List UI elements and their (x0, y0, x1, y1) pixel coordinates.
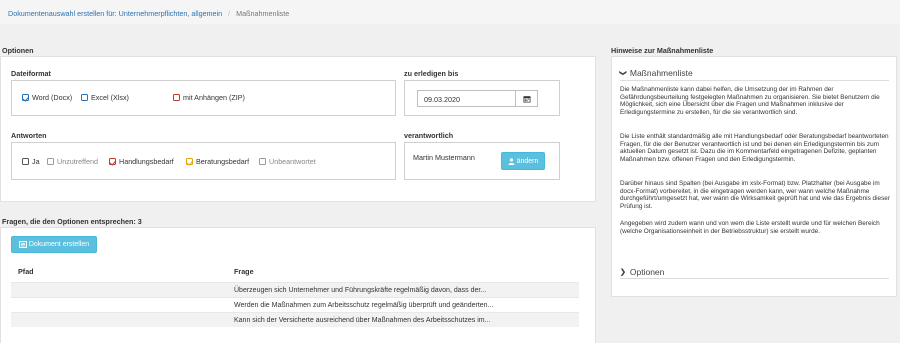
checkbox-checked-icon (22, 94, 29, 101)
divider (620, 80, 889, 81)
format-word-label: Word (Docx) (32, 93, 73, 102)
column-frage: Frage (234, 267, 254, 276)
answer-beratungsbedarf-checkbox[interactable]: Beratungsbedarf (186, 157, 249, 166)
divider (620, 278, 889, 279)
calendar-button[interactable] (515, 91, 537, 106)
table-body: Überzeugen sich Unternehmer und Führungs… (11, 282, 579, 327)
calendar-icon (523, 95, 530, 102)
breadcrumb: Dokumentenauswahl erstellen für: Unterne… (0, 0, 900, 24)
checkbox-icon (259, 158, 266, 165)
user-icon (508, 157, 515, 165)
format-excel-label: Excel (Xlsx) (91, 93, 129, 102)
options-panel (0, 56, 596, 202)
hints-section-optionen[interactable]: ❯ Optionen (620, 267, 664, 277)
hint-paragraph: Die Liste enthält standardmäßig alle mit… (620, 133, 889, 163)
table-row[interactable]: Kann sich der Versicherte ausreichend üb… (11, 312, 579, 327)
checkbox-icon (173, 94, 180, 101)
checkbox-icon (47, 158, 54, 165)
answer-unbeantwortet-checkbox[interactable]: Unbeantwortet (259, 157, 316, 166)
table-row[interactable]: Überzeugen sich Unternehmer und Führungs… (11, 282, 579, 297)
hints-section1-label: Maßnahmenliste (629, 68, 693, 78)
hint-paragraph: Die Maßnahmenliste kann dabei helfen, di… (620, 86, 880, 116)
cell-frage: Werden die Maßnahmen zum Arbeitsschutz r… (234, 301, 494, 309)
antworten-label: Antworten (11, 131, 47, 140)
answer-handlungsbedarf-label: Handlungsbedarf (119, 157, 174, 166)
hints-section2-label: Optionen (629, 267, 665, 277)
due-date-value: 09.03.2020 (424, 95, 460, 104)
checkbox-checked-icon (186, 158, 193, 165)
dateiformat-label: Dateiformat (11, 69, 51, 78)
questions-table: Pfad Frage Überzeugen sich Unternehmer u… (11, 262, 579, 327)
change-responsible-button[interactable]: ändern (501, 152, 545, 170)
responsible-name: Martin Mustermann (413, 153, 475, 162)
column-pfad: Pfad (18, 267, 34, 276)
erledigen-label: zu erledigen bis (404, 69, 459, 78)
hint-paragraph: Angegeben wird zudem wann und von wem di… (620, 220, 880, 235)
questions-title: Fragen, die den Optionen entsprechen: 3 (2, 217, 142, 226)
answer-unzutreffend-label: Unzutreffend (57, 157, 99, 166)
answer-unzutreffend-checkbox[interactable]: Unzutreffend (47, 157, 98, 166)
hints-panel: ❯ Maßnahmenliste Die Maßnahmenliste kann… (611, 56, 897, 297)
checkbox-checked-icon (109, 158, 116, 165)
answer-beratungsbedarf-label: Beratungsbedarf (196, 157, 250, 166)
format-zip-checkbox[interactable]: mit Anhängen (ZIP) (173, 93, 245, 102)
options-title: Optionen (2, 46, 34, 55)
checkbox-icon (22, 158, 29, 165)
cell-frage: Überzeugen sich Unternehmer und Führungs… (234, 286, 487, 294)
checkbox-icon (81, 94, 88, 101)
document-icon (18, 241, 27, 248)
answer-ja-label: Ja (32, 157, 40, 166)
answer-ja-checkbox[interactable]: Ja (22, 157, 40, 166)
create-document-button[interactable]: Dokument erstellen (11, 236, 97, 253)
chevron-right-icon: ❯ (620, 269, 626, 276)
hints-section-massnahmenliste[interactable]: ❯ Maßnahmenliste (618, 68, 693, 78)
format-excel-checkbox[interactable]: Excel (Xlsx) (81, 93, 129, 102)
breadcrumb-current: Maßnahmenliste (236, 9, 290, 18)
verantwortlich-label: verantwortlich (404, 131, 454, 140)
format-zip-label: mit Anhängen (ZIP) (183, 93, 245, 102)
due-date-input[interactable]: 09.03.2020 (417, 90, 538, 107)
hint-paragraph: Darüber hinaus sind Spalten (bei Ausgabe… (620, 180, 890, 210)
cell-frage: Kann sich der Versicherte ausreichend üb… (234, 316, 491, 324)
table-row[interactable]: Werden die Maßnahmen zum Arbeitsschutz r… (11, 297, 579, 312)
hints-title: Hinweise zur Maßnahmenliste (611, 46, 714, 55)
table-header: Pfad Frage (11, 262, 579, 282)
breadcrumb-separator: / (228, 9, 231, 18)
breadcrumb-link[interactable]: Dokumentenauswahl erstellen für: Unterne… (8, 9, 222, 18)
answer-handlungsbedarf-checkbox[interactable]: Handlungsbedarf (109, 157, 174, 166)
format-word-checkbox[interactable]: Word (Docx) (22, 93, 72, 102)
answer-unbeantwortet-label: Unbeantwortet (269, 157, 316, 166)
chevron-down-icon: ❯ (618, 70, 626, 76)
create-document-label: Dokument erstellen (28, 241, 90, 248)
change-responsible-label: ändern (516, 157, 539, 165)
